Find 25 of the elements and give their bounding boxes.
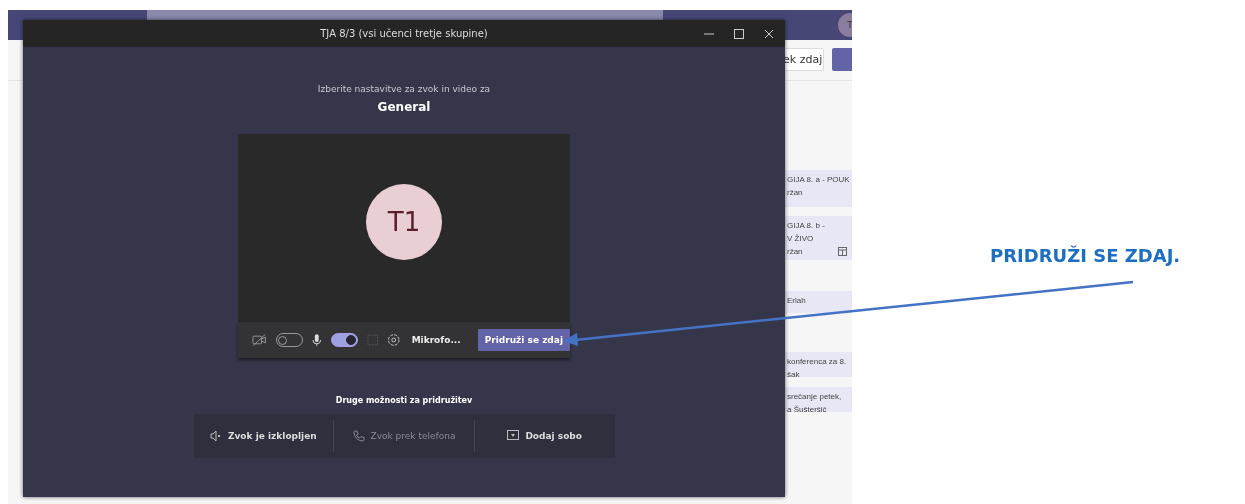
join-option-button[interactable]: Zvok je izklopljen xyxy=(193,420,334,452)
settings-icon[interactable] xyxy=(387,333,401,347)
speaker-muted-icon xyxy=(209,430,222,442)
join-option-button[interactable]: Dodaj sobo xyxy=(474,420,615,452)
calendar-icon xyxy=(838,247,847,256)
calendar-event[interactable]: GIJA 8. b - V ŽIVO ržan xyxy=(785,216,852,260)
window-title: TJA 8/3 (vsi učenci tretje skupine) xyxy=(320,28,488,39)
user-avatar: T1 xyxy=(366,184,442,260)
camera-off-icon[interactable] xyxy=(252,333,268,347)
device-label[interactable]: Mikrofo... xyxy=(411,335,461,345)
calendar-event[interactable]: konferenca za 8. šak xyxy=(785,352,852,377)
calendar-event[interactable]: GIJA 8. a - POUK ržan xyxy=(785,170,852,207)
annotation-text: PRIDRUŽI SE ZDAJ. xyxy=(990,245,1181,266)
maximize-icon[interactable] xyxy=(733,28,745,40)
calendar-event[interactable]: Erlah xyxy=(785,291,852,313)
screen-icon xyxy=(507,430,520,442)
join-now-button[interactable]: Pridruži se zdaj xyxy=(477,329,570,351)
phone-icon xyxy=(352,430,365,442)
channel-name: General xyxy=(377,100,431,114)
section-heading: Druge možnosti za pridružitev xyxy=(335,396,473,405)
calendar-event[interactable]: srečanje petek, a Šušteršič xyxy=(785,387,852,412)
microphone-icon[interactable] xyxy=(312,333,322,347)
close-icon[interactable] xyxy=(763,28,775,40)
prompt-text: Izberite nastavitve za zvok in video za xyxy=(317,84,491,94)
microphone-toggle[interactable] xyxy=(330,333,358,347)
